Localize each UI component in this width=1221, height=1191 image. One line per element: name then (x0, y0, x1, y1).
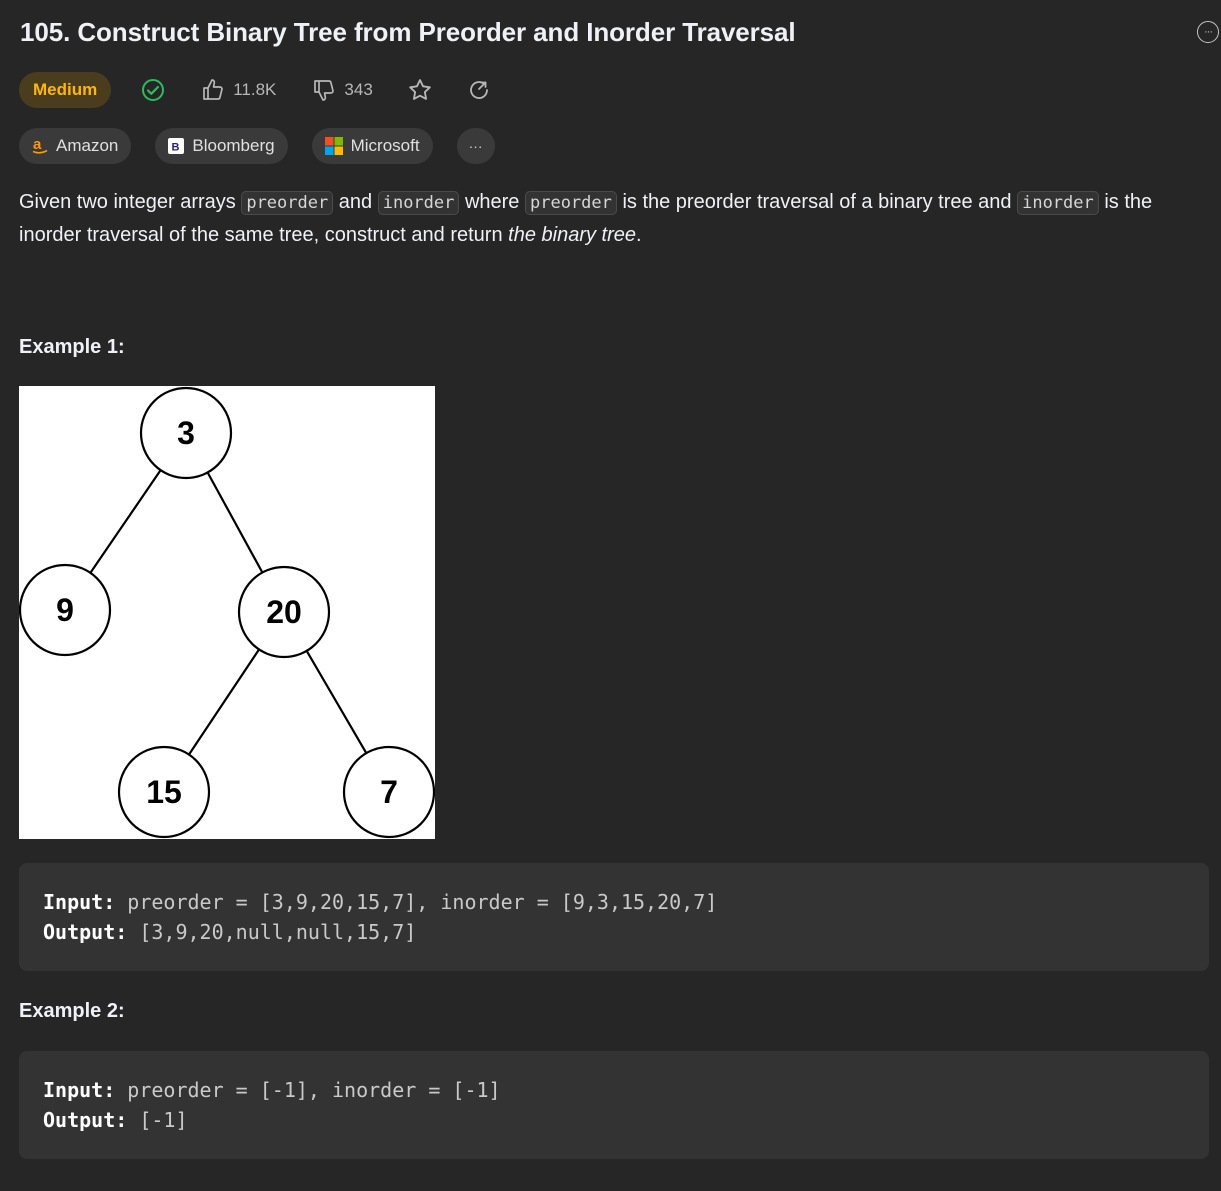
title-row: 105. Construct Binary Tree from Preorder… (19, 17, 1219, 51)
dislike-button[interactable]: 343 (312, 78, 373, 102)
example-title: Example 2: (19, 1000, 125, 1022)
svg-text:a: a (33, 137, 42, 153)
example-output: [-1] (139, 1108, 188, 1132)
code-inorder: inorder (377, 191, 460, 215)
example-output: [3,9,20,null,null,15,7] (139, 920, 417, 944)
star-icon[interactable] (407, 77, 433, 103)
ellipsis-circle-icon[interactable]: ··· (1197, 21, 1219, 43)
likes-count: 11.8K (233, 80, 277, 99)
bloomberg-logo-icon: B (168, 138, 185, 154)
tree-node-label: 7 (380, 774, 398, 810)
tree-node-label: 20 (266, 594, 302, 630)
company-tags: a Amazon B Bloomberg Microsoft ··· (19, 128, 519, 164)
company-tag-bloomberg[interactable]: B Bloomberg (155, 128, 288, 164)
thumbs-up-icon (201, 78, 225, 102)
tree-node-label: 3 (177, 415, 195, 451)
tree-node-label: 9 (56, 592, 74, 628)
difficulty-badge: Medium (19, 72, 112, 108)
problem-description: Given two integer arrays preorder and in… (19, 191, 1153, 246)
example-title: Example 1: (19, 336, 125, 358)
company-tag-amazon[interactable]: a Amazon (19, 128, 132, 164)
svg-text:B: B (172, 142, 180, 154)
example-input: preorder = [-1], inorder = [-1] (127, 1078, 501, 1102)
example-input: preorder = [3,9,20,15,7], inorder = [9,3… (127, 890, 718, 914)
code-preorder: preorder (241, 191, 334, 215)
microsoft-logo-icon (324, 137, 343, 155)
thumbs-down-icon (312, 78, 336, 102)
like-button[interactable]: 11.8K (201, 78, 276, 102)
meta-row: Medium 11.8K 343 (19, 72, 491, 108)
more-companies-button[interactable]: ··· (456, 128, 495, 164)
company-tag-microsoft[interactable]: Microsoft (311, 128, 433, 164)
company-tag-label: Bloomberg (192, 136, 275, 155)
company-tag-label: Amazon (56, 136, 119, 155)
example-2-codeblock: Input: preorder = [-1], inorder = [-1] O… (19, 1051, 1209, 1159)
check-circle-icon (141, 78, 165, 102)
share-icon[interactable] (467, 78, 491, 102)
code-inorder: inorder (1017, 191, 1099, 215)
code-preorder: preorder (524, 191, 617, 215)
tree-node-label: 15 (146, 774, 182, 810)
dislikes-count: 343 (344, 80, 373, 99)
example-tree-image: 3 9 20 15 7 (18, 386, 436, 839)
company-tag-label: Microsoft (350, 136, 420, 155)
emphasis-text: the binary tree (508, 224, 636, 246)
amazon-logo-icon: a (32, 137, 48, 155)
example-1-codeblock: Input: preorder = [3,9,20,15,7], inorder… (19, 863, 1209, 971)
problem-title[interactable]: 105. Construct Binary Tree from Preorder… (20, 17, 796, 48)
